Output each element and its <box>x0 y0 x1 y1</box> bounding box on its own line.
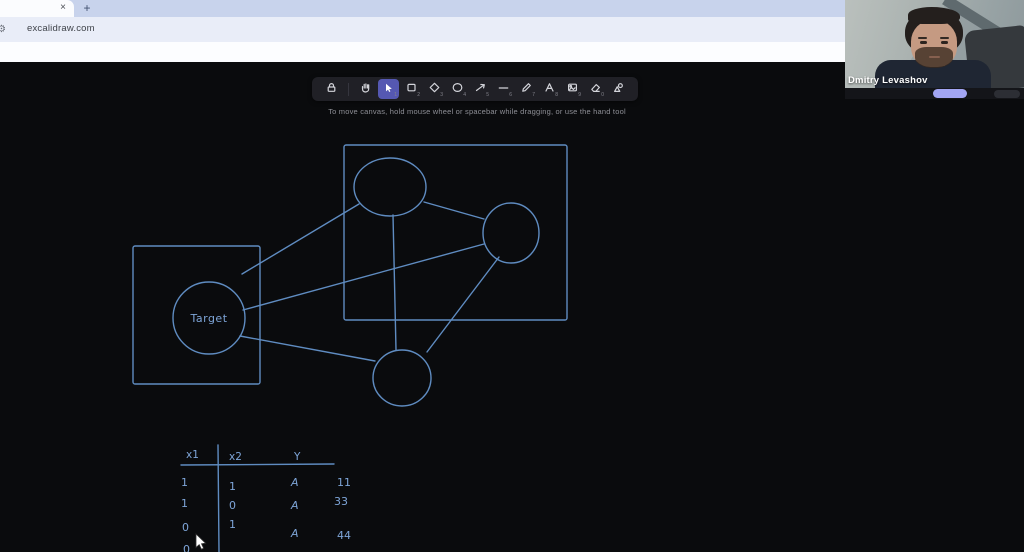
shortcut-label: 5 <box>486 92 489 98</box>
shortcut-label: 6 <box>509 92 512 98</box>
canvas-hint-text: To move canvas, hold mouse wheel or spac… <box>328 107 626 116</box>
person-mouth <box>929 56 940 58</box>
eraser-icon <box>590 80 601 98</box>
lock-tool-button[interactable] <box>321 79 342 99</box>
person-eyebrow-right <box>940 37 949 39</box>
shortcut-label: 0 <box>601 92 604 98</box>
text-tool-button[interactable]: 8 <box>539 79 560 99</box>
rectangle-tool-button[interactable]: 2 <box>401 79 422 99</box>
ellipse-icon <box>452 80 463 98</box>
webcam-name-label: Dmitry Levashov <box>848 75 928 86</box>
shortcut-label: 9 <box>578 92 581 98</box>
table-cell[interactable]: 11 <box>337 476 351 489</box>
table-cell[interactable]: A <box>291 476 299 489</box>
arrow-icon <box>475 80 486 98</box>
image-icon <box>567 80 578 98</box>
site-settings-icon[interactable]: ⚙ <box>0 24 6 35</box>
table-cell[interactable]: 1 <box>229 518 236 531</box>
new-tab-button[interactable]: + <box>79 1 95 16</box>
shortcut-label: 8 <box>555 92 558 98</box>
table-cell[interactable]: 33 <box>334 495 348 508</box>
cursor-icon <box>383 80 394 98</box>
table-cell[interactable]: 1 <box>229 480 236 493</box>
table-cell[interactable]: 1 <box>181 476 188 489</box>
person-eyebrow-left <box>918 37 927 39</box>
diamond-icon <box>429 80 440 98</box>
table-cell[interactable]: 0 <box>183 543 190 552</box>
draw-tool-button[interactable]: 7 <box>516 79 537 99</box>
excalidraw-toolbar: 1 2 3 4 5 6 7 8 9 0 <box>312 77 638 101</box>
selection-tool-button[interactable]: 1 <box>378 79 399 99</box>
table-header-x1[interactable]: x1 <box>186 449 199 461</box>
excalidraw-canvas[interactable] <box>0 62 1024 552</box>
person-fringe <box>908 7 960 24</box>
meeting-secondary-button[interactable] <box>994 90 1020 98</box>
webcam-overlay: Dmitry Levashov <box>845 0 1024 88</box>
shortcut-label: 4 <box>463 92 466 98</box>
browser-tab[interactable]: × <box>0 0 74 17</box>
table-cell[interactable]: A <box>291 499 299 512</box>
image-tool-button[interactable]: 9 <box>562 79 583 99</box>
table-cell[interactable]: A <box>291 527 299 540</box>
rectangle-icon <box>406 80 417 98</box>
line-icon <box>498 80 509 98</box>
pencil-icon <box>521 80 532 98</box>
diamond-tool-button[interactable]: 3 <box>424 79 445 99</box>
more-tools-button[interactable] <box>608 79 629 99</box>
line-tool-button[interactable]: 6 <box>493 79 514 99</box>
ellipse-tool-button[interactable]: 4 <box>447 79 468 99</box>
shortcut-label: 2 <box>417 92 420 98</box>
meeting-accent-button[interactable] <box>933 89 967 98</box>
tab-close-icon[interactable]: × <box>60 2 66 14</box>
person-eye-left <box>920 41 927 44</box>
table-header-y[interactable]: Y <box>294 451 300 463</box>
shapes-icon <box>613 80 624 98</box>
shortcut-label: 3 <box>440 92 443 98</box>
table-cell[interactable]: 1 <box>181 497 188 510</box>
eraser-tool-button[interactable]: 0 <box>585 79 606 99</box>
person-eye-right <box>941 41 948 44</box>
hand-icon <box>360 80 371 98</box>
shortcut-label: 7 <box>532 92 535 98</box>
table-header-x2[interactable]: x2 <box>229 451 242 463</box>
hand-tool-button[interactable] <box>355 79 376 99</box>
address-bar-url[interactable]: excalidraw.com <box>27 23 95 34</box>
target-node-label[interactable]: Target <box>184 312 234 325</box>
text-icon <box>544 80 555 98</box>
meeting-control-bar <box>845 88 1024 99</box>
arrow-tool-button[interactable]: 5 <box>470 79 491 99</box>
shortcut-label: 1 <box>394 92 397 98</box>
table-cell[interactable]: 44 <box>337 529 351 542</box>
table-cell[interactable]: 0 <box>182 521 189 534</box>
lock-icon <box>326 80 337 98</box>
toolbar-divider <box>348 82 349 96</box>
mouse-cursor <box>195 533 207 550</box>
table-cell[interactable]: 0 <box>229 499 236 512</box>
